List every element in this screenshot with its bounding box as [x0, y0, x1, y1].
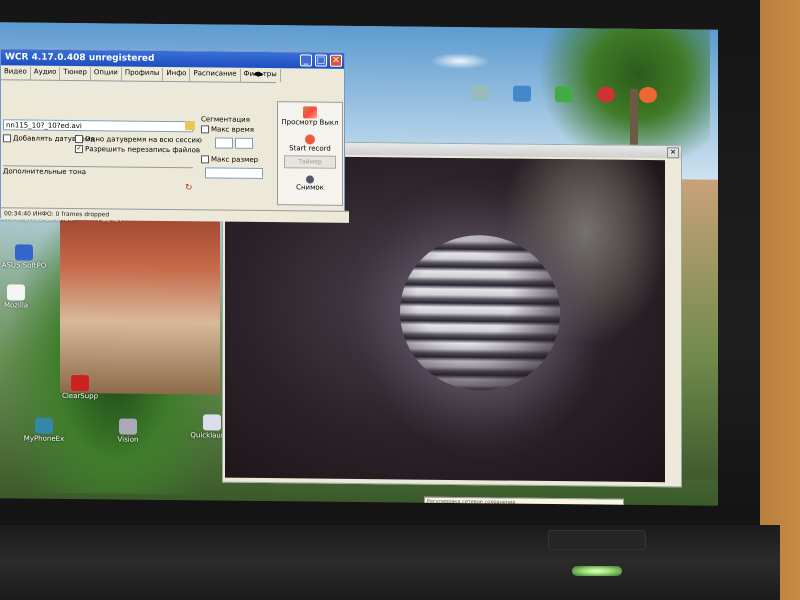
desktop-icon[interactable]: MyPhoneEx	[14, 417, 74, 443]
time-spinners	[215, 137, 254, 150]
folder-icon[interactable]	[185, 121, 195, 131]
desktop-icon[interactable]: Vision	[98, 418, 158, 444]
tab-scroll-arrows-icon[interactable]: ◀▶	[253, 70, 264, 78]
app-icon	[71, 374, 89, 392]
app-icon	[203, 414, 221, 431]
minutes-spinner[interactable]	[235, 137, 254, 149]
timer-button[interactable]: Таймер	[284, 155, 336, 169]
laptop-base	[0, 525, 780, 600]
desktop-icon[interactable]: ASUS SoftPO	[0, 244, 54, 270]
laptop-screen: Nero Express Calender Расчет ASUS SoftPO…	[0, 22, 718, 506]
screen-glare	[430, 52, 490, 70]
start-record-button[interactable]: Start record	[278, 144, 342, 153]
control-panel: Просмотр Выкл Start record Таймер Снимок	[277, 101, 343, 206]
segmentation-title: Сегментация	[201, 115, 250, 124]
app-icon	[639, 86, 657, 104]
tab-info[interactable]: Инфо	[163, 67, 191, 82]
tab-profiles[interactable]: Профилы	[121, 67, 164, 81]
minimize-button[interactable]: _	[300, 54, 312, 67]
size-spinner[interactable]	[205, 167, 263, 179]
segmentation-group: Сегментация Макс время Макс размер	[201, 115, 275, 204]
tab-video[interactable]: Видео	[1, 66, 31, 80]
wallpaper-building	[60, 212, 220, 395]
snapshot-button[interactable]: Снимок	[278, 183, 342, 192]
checkbox-one-datetime[interactable]: Одно датувремя на всю сессию	[75, 135, 202, 144]
maximize-button[interactable]: □	[315, 54, 327, 67]
camera-icon	[306, 175, 314, 184]
file-name-input[interactable]: nn115_10?_10?ed.avi	[3, 119, 193, 133]
app-icon	[35, 417, 53, 434]
preview-button[interactable]: Просмотр Выкл	[278, 118, 342, 127]
desktop-icon[interactable]	[618, 86, 678, 105]
tab-audio[interactable]: Аудио	[30, 66, 61, 80]
tab-tuner[interactable]: Тюнер	[60, 66, 91, 81]
record-icon	[305, 134, 315, 145]
app-icon	[7, 284, 25, 301]
extra-tones-label: Дополнительные тона	[3, 167, 87, 177]
app-title: WCR 4.17.0.408 unregistered	[5, 52, 155, 64]
aperture-vignette	[400, 234, 560, 392]
desktop-icon[interactable]: ClearSupp	[50, 374, 110, 401]
photo-background: Nero Express Calender Расчет ASUS SoftPO…	[0, 0, 800, 600]
checkbox-max-time[interactable]: Макс время	[201, 125, 254, 134]
app-icon	[513, 85, 531, 102]
desktop-icon[interactable]: Mozilla	[0, 284, 46, 310]
tab-options[interactable]: Опции	[90, 67, 122, 81]
app-icon	[471, 85, 489, 102]
wcr-app-window[interactable]: WCR 4.17.0.408 unregistered _ □ ✕ Видео …	[0, 48, 349, 223]
app-icon	[555, 86, 573, 103]
hinge-button	[548, 530, 646, 550]
checkbox-allow-overwrite[interactable]: ✓ Разрешить перезапись файлов	[75, 145, 200, 154]
tab-strip: Видео Аудио Тюнер Опции Профилы Инфо Рас…	[1, 66, 281, 84]
app-icon	[15, 244, 33, 261]
arrow-icon[interactable]: ↻	[185, 183, 195, 193]
hours-spinner[interactable]	[215, 137, 233, 149]
app-icon	[119, 418, 137, 435]
checkbox-max-size[interactable]: Макс размер	[201, 155, 258, 164]
close-button[interactable]: ✕	[330, 54, 342, 67]
size-spinner-wrap	[205, 167, 263, 181]
app-icon	[597, 86, 615, 103]
preview-icon	[303, 106, 317, 119]
close-icon[interactable]: ✕	[667, 147, 679, 159]
power-led-icon	[572, 566, 622, 576]
tab-schedule[interactable]: Расписание	[190, 68, 241, 82]
